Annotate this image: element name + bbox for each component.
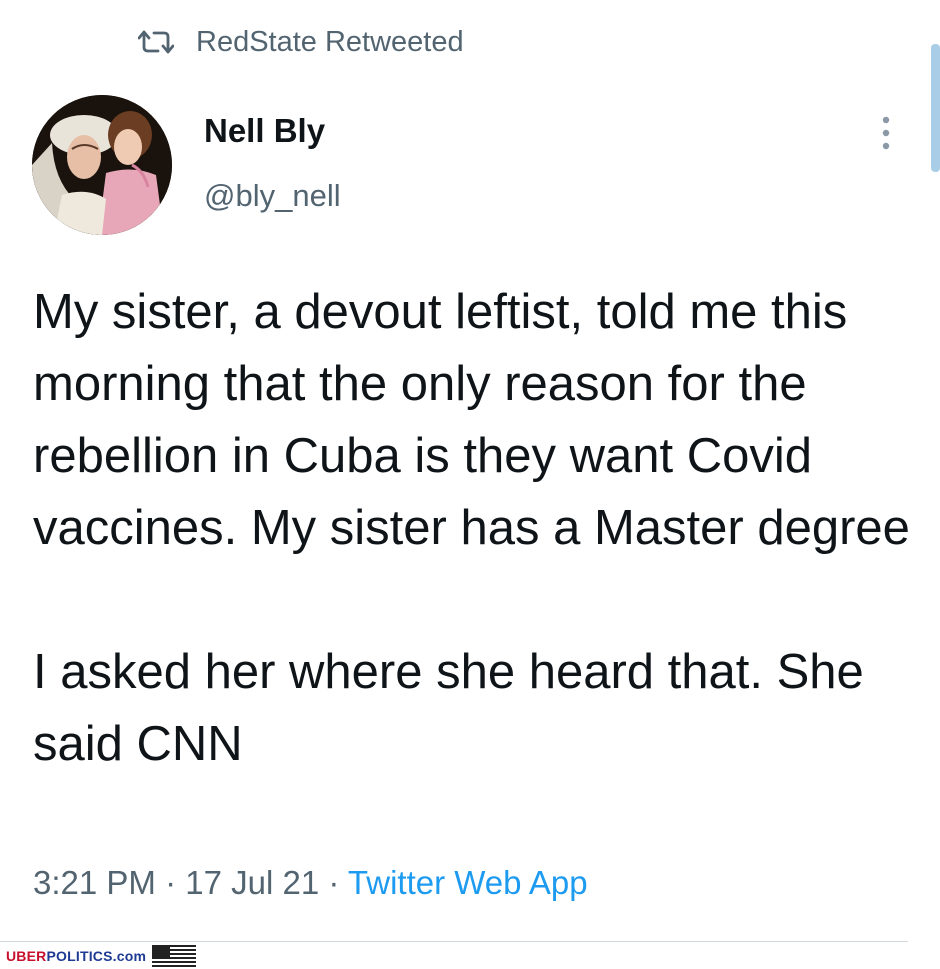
- more-vertical-icon: [881, 115, 891, 156]
- tweet-paragraph-2: I asked her where she heard that. She sa…: [33, 645, 864, 771]
- avatar[interactable]: [32, 95, 172, 235]
- watermark-text: UBERPOLITICS.com: [6, 948, 146, 964]
- us-flag-icon: [152, 945, 197, 967]
- tweet-date[interactable]: 17 Jul 21: [185, 864, 319, 901]
- tweet-paragraph-1: My sister, a devout leftist, told me thi…: [33, 285, 910, 555]
- watermark-part-1: UBER: [6, 948, 47, 964]
- author-name[interactable]: Nell Bly: [204, 112, 325, 150]
- tweet-time[interactable]: 3:21 PM: [33, 864, 156, 901]
- divider: [0, 941, 908, 942]
- watermark-part-2: POLITICS.com: [46, 948, 147, 964]
- more-options-button[interactable]: [868, 112, 904, 158]
- tweet-text: My sister, a devout leftist, told me thi…: [33, 276, 913, 780]
- meta-separator: ·: [155, 864, 186, 901]
- meta-separator: ·: [319, 864, 348, 901]
- watermark: UBERPOLITICS.com: [6, 945, 197, 967]
- tweet-meta: 3:21 PM · 17 Jul 21 · Twitter Web App: [33, 864, 588, 902]
- scrollbar[interactable]: [931, 44, 940, 172]
- retweet-label: RedState Retweeted: [196, 25, 464, 58]
- tweet-source[interactable]: Twitter Web App: [348, 864, 588, 901]
- retweet-icon: [138, 29, 174, 55]
- author-handle[interactable]: @bly_nell: [204, 178, 341, 214]
- retweet-header[interactable]: RedState Retweeted: [138, 22, 464, 62]
